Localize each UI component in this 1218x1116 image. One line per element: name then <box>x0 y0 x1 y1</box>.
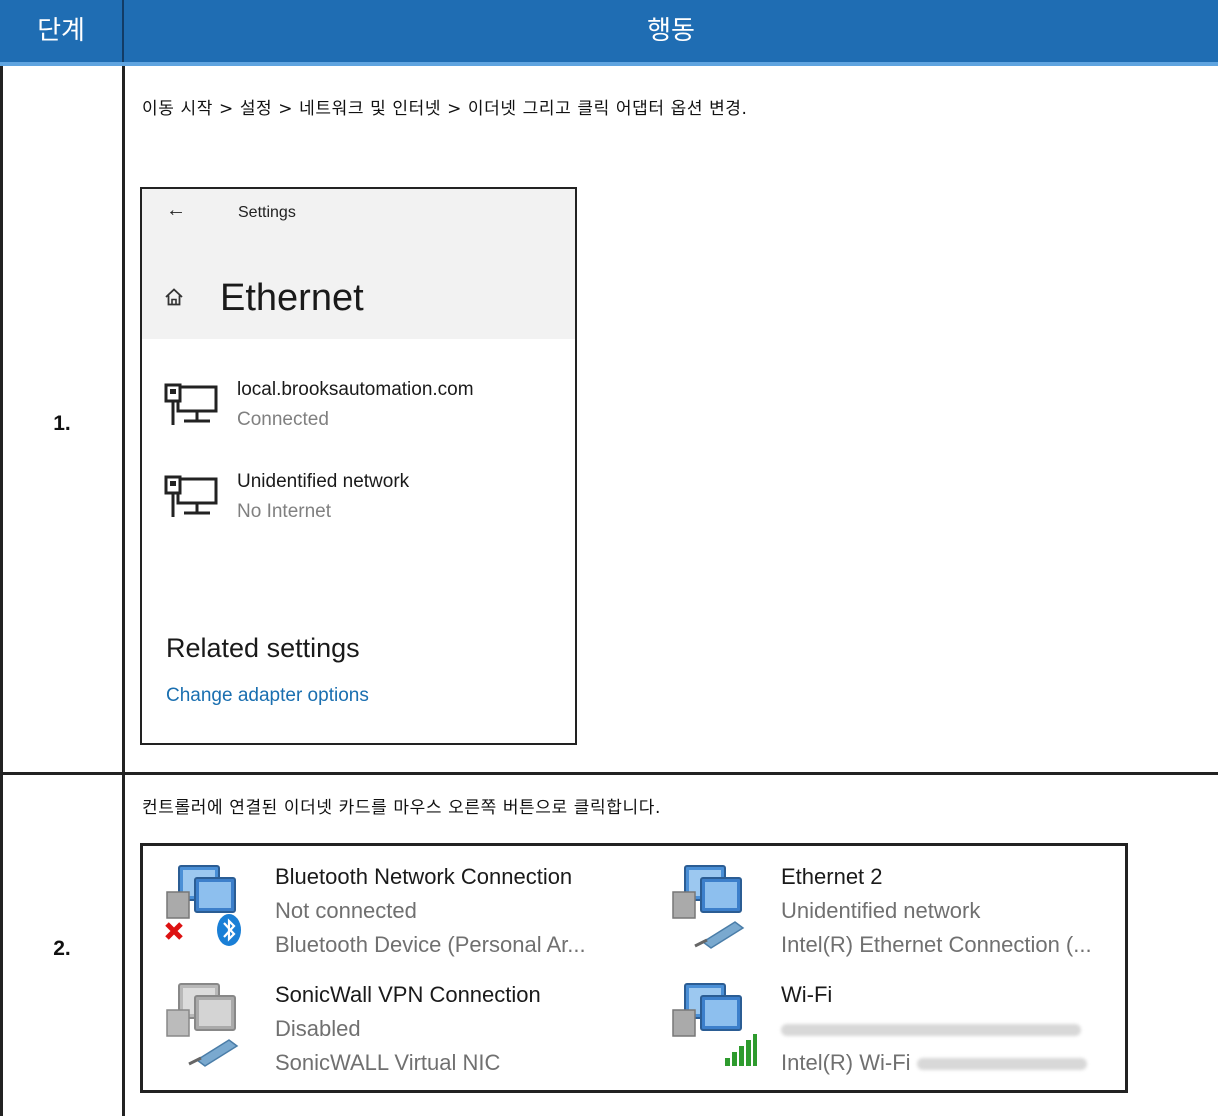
connection-status: Disabled <box>275 1016 361 1041</box>
step-instruction: 컨트롤러에 연결된 이더넷 카드를 마우스 오른쪽 버튼으로 클릭합니다. <box>142 798 661 818</box>
instruction-table: 단계 행동 1. 이동 시작 > 설정 > 네트워크 및 인터넷 > 이더넷 그… <box>0 0 1218 1116</box>
page-title: Ethernet <box>220 277 364 319</box>
connection-device: Intel(R) Wi-Fi <box>781 1050 1087 1076</box>
network-pc-icon <box>164 475 218 517</box>
network-item[interactable]: Unidentified network No Internet <box>164 471 564 531</box>
connection-item[interactable]: Bluetooth Network Connection Not connect… <box>143 846 613 957</box>
connection-name: Wi-Fi <box>781 982 833 1007</box>
network-pc-icon <box>164 383 218 425</box>
network-status: Connected <box>237 409 329 430</box>
connection-device-text: Intel(R) Wi-Fi <box>781 1050 911 1075</box>
vpn-adapter-icon <box>166 983 239 1067</box>
connection-device: Intel(R) Ethernet Connection (... <box>781 932 1092 957</box>
settings-label: Settings <box>238 204 296 221</box>
network-name: Unidentified network <box>237 471 410 492</box>
step-number: 2. <box>53 937 71 960</box>
related-settings-heading: Related settings <box>166 633 360 663</box>
settings-ethernet-screenshot: ← Settings Ethernet local.brooksautomati… <box>140 187 577 745</box>
connection-item[interactable]: Ethernet 2 Unidentified network Intel(R)… <box>649 846 1119 957</box>
step-instruction: 이동 시작 > 설정 > 네트워크 및 인터넷 > 이더넷 그리고 클릭 어댑터… <box>142 99 748 119</box>
connection-status-redacted <box>781 1016 1081 1042</box>
connection-item[interactable]: SonicWall VPN Connection Disabled SonicW… <box>143 964 613 1075</box>
connection-name: Ethernet 2 <box>781 864 883 889</box>
redacted-text <box>916 1058 1087 1071</box>
connection-status: Unidentified network <box>781 898 981 923</box>
home-icon <box>165 288 183 306</box>
bluetooth-adapter-icon <box>165 865 241 946</box>
table-header: 단계 행동 <box>0 0 1218 66</box>
connection-item[interactable]: Wi-Fi Intel(R) Wi-Fi <box>649 964 1119 1076</box>
network-name: local.brooksautomation.com <box>237 379 474 400</box>
ethernet-adapter-icon <box>672 865 745 949</box>
connection-device: Bluetooth Device (Personal Ar... <box>275 932 586 957</box>
network-connections-screenshot: Bluetooth Network Connection Not connect… <box>140 843 1128 1093</box>
header-action: 행동 <box>647 16 695 46</box>
change-adapter-options-link[interactable]: Change adapter options <box>166 685 369 707</box>
wifi-adapter-icon <box>672 983 757 1066</box>
arrow-left-icon[interactable]: ← <box>166 199 186 222</box>
connection-name: SonicWall VPN Connection <box>275 982 541 1007</box>
network-status: No Internet <box>237 501 331 522</box>
network-item[interactable]: local.brooksautomation.com Connected <box>164 379 564 439</box>
connection-status: Not connected <box>275 898 417 923</box>
header-step: 단계 <box>0 0 124 62</box>
step-number: 1. <box>53 412 71 435</box>
row-divider <box>0 772 1218 775</box>
connection-device: SonicWALL Virtual NIC <box>275 1050 501 1075</box>
connection-name: Bluetooth Network Connection <box>275 864 573 889</box>
